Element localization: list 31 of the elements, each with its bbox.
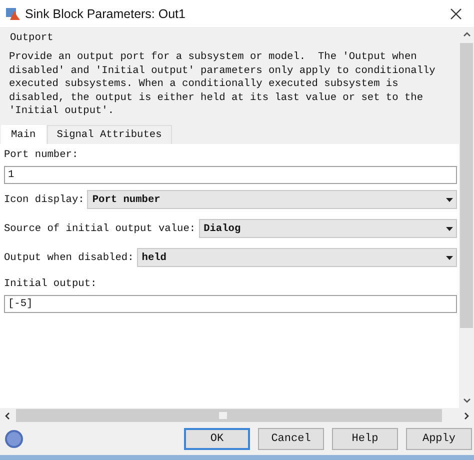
field-label: Icon display: (4, 192, 84, 206)
dialog-button[interactable]: Cancel (258, 428, 324, 450)
dropdown[interactable]: held (136, 248, 457, 267)
field-label: Output when disabled: (4, 250, 134, 264)
caret-icon[interactable] (446, 256, 453, 260)
field-label: Port number: (4, 148, 80, 162)
close-icon[interactable] (450, 8, 462, 20)
scroll-left-icon[interactable] (4, 412, 10, 420)
tab[interactable]: Signal Attributes (46, 125, 172, 144)
app-icon (6, 6, 20, 20)
tab[interactable]: Main (1, 125, 46, 144)
scroll-right-icon[interactable] (464, 412, 470, 420)
input-field[interactable]: [-5] (4, 295, 457, 313)
field-label: Source of initial output value: (4, 222, 196, 236)
dialog-button[interactable]: Apply (406, 428, 472, 450)
dialog-button[interactable]: OK (184, 428, 250, 450)
group-title: Outport (10, 31, 54, 45)
dialog-button[interactable]: Help (332, 428, 398, 450)
scroll-thumb[interactable] (219, 412, 227, 419)
horizontal-scrollbar[interactable] (0, 408, 474, 423)
caret-icon[interactable] (446, 198, 453, 202)
scroll-up-icon[interactable] (462, 31, 470, 37)
dropdown[interactable]: Port number (87, 190, 457, 209)
input-field[interactable]: 1 (4, 166, 457, 184)
help-icon[interactable] (4, 429, 24, 449)
description-text: Provide an output port for a subsystem or model. The 'Output when disabled' and 'Initial output' parameters only apply to conditionally executed subsystems. When a conditionally executed subsystem is disabled, the output is either held at its last value or set to the 'Initial output'. (8, 51, 436, 118)
field-label: Initial output: (4, 277, 98, 291)
scroll-down-icon[interactable] (462, 398, 470, 404)
window-title: Sink Block Parameters: Out1 (25, 6, 186, 20)
caret-icon[interactable] (446, 226, 453, 230)
dropdown[interactable]: Dialog (198, 219, 457, 238)
